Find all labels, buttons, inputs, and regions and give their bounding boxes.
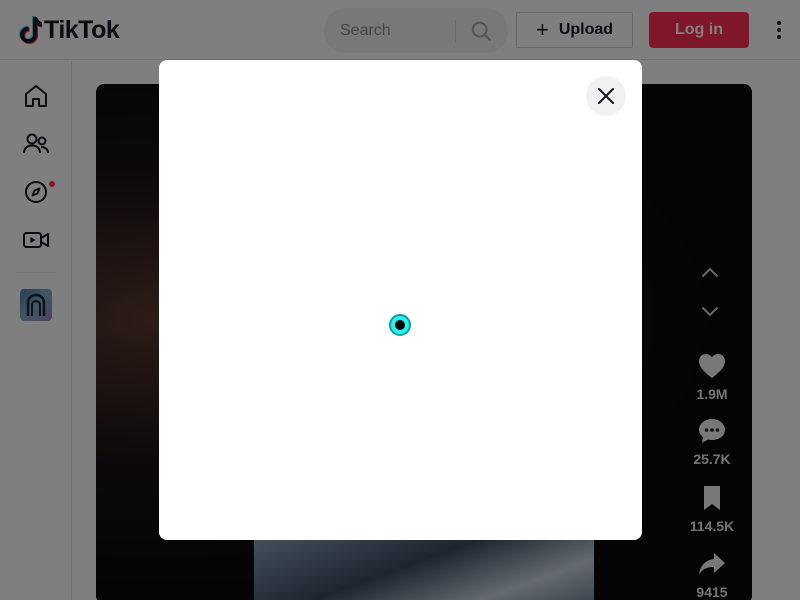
login-modal	[159, 60, 642, 540]
close-button[interactable]	[586, 76, 626, 116]
close-icon	[598, 88, 614, 104]
loading-spinner-icon	[389, 314, 411, 336]
spinner-core	[395, 320, 405, 330]
